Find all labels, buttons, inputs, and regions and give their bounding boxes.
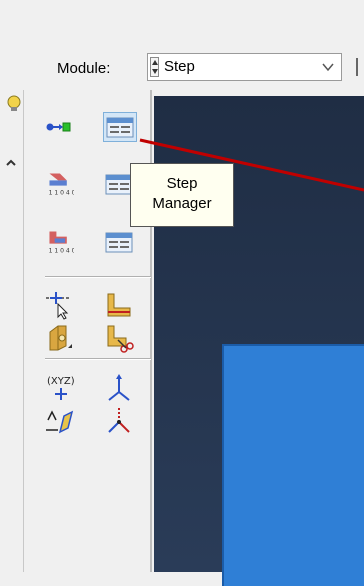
datum-icon[interactable] <box>44 322 74 352</box>
create-step-icon[interactable] <box>44 114 74 140</box>
module-select[interactable]: Step <box>147 53 342 81</box>
part-geometry[interactable] <box>222 344 364 586</box>
partition-icon[interactable] <box>104 290 134 320</box>
collapse-arrow-icon[interactable] <box>4 156 18 170</box>
csys-red-icon[interactable] <box>104 404 134 438</box>
step-manager-icon <box>106 117 134 138</box>
history-output-request-icon[interactable]: 1 1 0 4 0 <box>44 228 74 254</box>
top-area <box>0 0 364 46</box>
toolbox-separator <box>45 276 151 277</box>
module-label: Module: <box>57 60 111 77</box>
module-select-value: Step <box>164 58 195 75</box>
spin-icon[interactable] <box>150 57 159 77</box>
tooltip-line: Manager <box>152 195 212 212</box>
tooltip-line: Step <box>166 175 198 192</box>
lightbulb-icon[interactable] <box>2 94 22 114</box>
svg-text:(XYZ): (XYZ) <box>47 376 75 387</box>
module-bar: Module: Step <box>0 46 364 90</box>
datum-plane-icon[interactable] <box>44 406 74 438</box>
query-icon[interactable] <box>44 290 74 320</box>
model-tree-strip[interactable] <box>0 90 24 572</box>
field-output-request-icon[interactable]: 1 1 0 4 0 <box>44 170 74 196</box>
cut-partition-icon[interactable] <box>104 322 134 354</box>
svg-text:1 1 0 4 0: 1 1 0 4 0 <box>49 189 74 196</box>
truncated-label <box>356 58 364 76</box>
chevron-down-icon[interactable] <box>321 60 335 74</box>
tooltip: Step Manager <box>130 163 234 227</box>
step-manager-button[interactable] <box>103 112 137 142</box>
toolbox-separator <box>45 358 151 359</box>
history-output-manager-icon[interactable] <box>104 230 134 256</box>
csys-axes-icon[interactable] <box>104 372 134 404</box>
xyz-datum-point-icon[interactable]: (XYZ) <box>44 372 78 404</box>
svg-text:1 1 0 4 0: 1 1 0 4 0 <box>49 247 74 254</box>
